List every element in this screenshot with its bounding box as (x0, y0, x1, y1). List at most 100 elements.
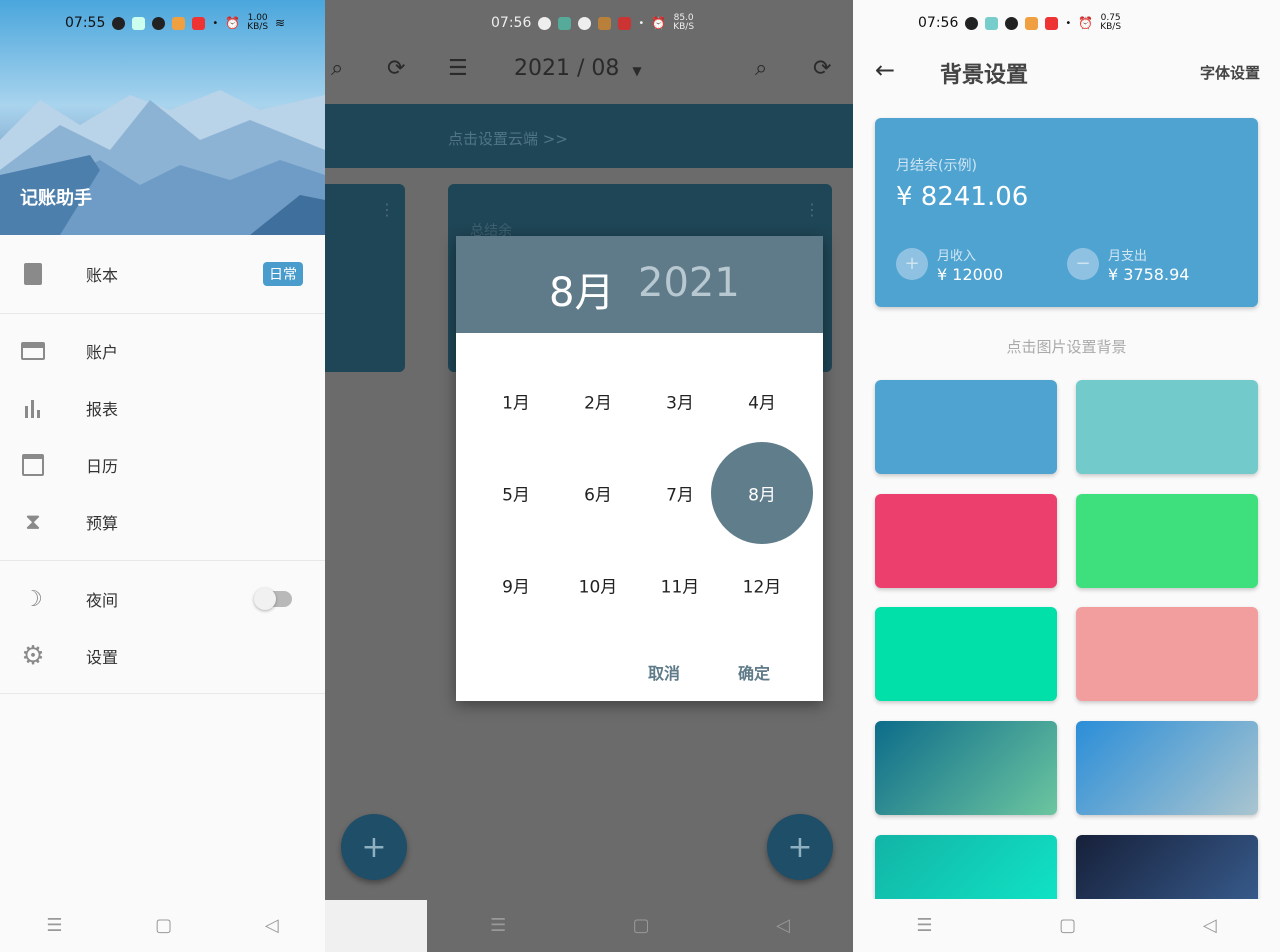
app-title: 记账助手 (20, 188, 92, 209)
divider (0, 313, 325, 314)
cancel-button[interactable]: 取消 (648, 660, 680, 684)
menu-item-settings[interactable]: ⚙ 设置 (0, 631, 325, 681)
system-nav-bar: ☰ ▢ ◁ (0, 899, 325, 952)
menu-icon[interactable]: ☰ (448, 56, 468, 81)
system-nav-bar: ☰ ▢ ◁ (853, 899, 1280, 952)
background-swatch[interactable] (875, 721, 1057, 815)
background-swatch[interactable] (1076, 721, 1258, 815)
month-option[interactable]: 11月 (645, 573, 715, 598)
recents-button[interactable]: ☰ (490, 915, 506, 936)
sync-icon[interactable]: ⟳ (813, 56, 831, 81)
divider (0, 693, 325, 694)
month-option[interactable]: 8月 (727, 481, 797, 506)
more-icon[interactable]: ⋮ (804, 200, 820, 219)
alarm-icon: ⏰ (225, 16, 241, 30)
back-button[interactable]: ◁ (1203, 915, 1217, 936)
home-button[interactable]: ▢ (633, 915, 650, 936)
selected-year[interactable]: 2021 (638, 260, 740, 306)
background-swatch[interactable] (875, 494, 1057, 588)
menu-label: 预算 (86, 514, 119, 533)
drawer-header-image: 07:55 • ⏰ 1.00 KB/S ≋ 记账助手 (0, 0, 325, 235)
month-option[interactable]: 5月 (481, 481, 551, 506)
home-button[interactable]: ▢ (1059, 915, 1076, 936)
menu-label: 账户 (86, 343, 119, 362)
bar-chart-icon (20, 395, 46, 421)
confirm-button[interactable]: 确定 (738, 660, 770, 684)
network-speed: 85.0 KB/S (673, 13, 695, 32)
preview-card: 月结余(示例) ¥ 8241.06 + 月收入 ¥ 12000 − 月支出 ¥ … (875, 118, 1258, 307)
status-time: 07:55 (65, 15, 106, 31)
network-speed: 1.00 KB/S (247, 13, 269, 32)
banner[interactable] (325, 104, 853, 168)
menu-label: 报表 (86, 400, 119, 419)
month-option[interactable]: 3月 (645, 389, 715, 414)
month-option[interactable]: 6月 (563, 481, 633, 506)
night-mode-toggle[interactable] (254, 588, 292, 610)
alarm-icon: ⏰ (1078, 16, 1094, 30)
summary-card-behind: ⋮ (325, 184, 405, 372)
menu-item-reports[interactable]: 报表 (0, 383, 325, 433)
recents-button[interactable]: ☰ (46, 915, 62, 936)
menu-item-ledger[interactable]: 账本 日常 (0, 249, 325, 299)
credit-card-icon (20, 338, 46, 364)
selected-month[interactable]: 8月 (549, 260, 614, 318)
left-screen: 07:55 • ⏰ 1.00 KB/S ≋ 记账助手 账本 日常 账户 报表 日历 … (0, 0, 325, 952)
month-option[interactable]: 4月 (727, 389, 797, 414)
back-button[interactable]: ◁ (265, 915, 279, 936)
balance-value: ¥ 8241.06 (896, 182, 1029, 212)
month-option[interactable]: 9月 (481, 573, 551, 598)
recents-button[interactable]: ☰ (916, 915, 932, 936)
plus-icon: + (896, 248, 928, 280)
status-time: 07:56 (491, 15, 532, 31)
income-value: ¥ 12000 (937, 265, 1004, 284)
menu-item-night-mode[interactable]: ☽ 夜间 (0, 574, 325, 624)
page-title: 背景设置 (940, 63, 1029, 88)
month-option[interactable]: 10月 (563, 573, 633, 598)
search-icon[interactable]: ⌕ (331, 56, 343, 81)
menu-item-calendar[interactable]: 日历 (0, 440, 325, 490)
menu-label: 账本 (86, 266, 119, 285)
menu-item-accounts[interactable]: 账户 (0, 326, 325, 376)
month-option[interactable]: 7月 (645, 481, 715, 506)
cloud-setup-link[interactable]: 点击设置云端 >> (448, 128, 568, 149)
wifi-icon: ≋ (275, 16, 286, 30)
system-nav-bar: ☰ ▢ ◁ (427, 899, 853, 952)
toolbar-title: 2021 / 08 (514, 56, 620, 81)
menu-label: 设置 (86, 648, 119, 667)
nav-remnant (325, 900, 427, 952)
menu-label: 夜间 (86, 591, 119, 610)
background-swatch[interactable] (1076, 494, 1258, 588)
more-icon[interactable]: ⋮ (379, 200, 395, 219)
month-option[interactable]: 12月 (727, 573, 797, 598)
minus-icon: − (1067, 248, 1099, 280)
alarm-icon: ⏰ (651, 16, 667, 30)
add-button[interactable]: + (341, 814, 407, 880)
background-hint: 点击图片设置背景 (1006, 338, 1127, 356)
month-option[interactable]: 1月 (481, 389, 551, 414)
background-swatch[interactable] (1076, 380, 1258, 474)
month-option[interactable]: 2月 (563, 389, 633, 414)
ledger-badge: 日常 (263, 262, 303, 286)
status-bar: 07:56 • ⏰ 0.75 KB/S (918, 13, 1122, 32)
middle-screen: ⌕ ⟳ ⋮ + 07:56 • ⏰ 85.0 KB/S ☰ 2021 / 08 ▼ … (325, 0, 853, 952)
menu-label: 日历 (86, 457, 119, 476)
menu-item-budget[interactable]: ⧗ 预算 (0, 497, 325, 547)
dialog-header: 8月 2021 (456, 236, 823, 333)
font-settings-button[interactable]: 字体设置 (1200, 62, 1260, 83)
back-button[interactable]: ◁ (776, 915, 790, 936)
search-icon[interactable]: ⌕ (755, 56, 767, 81)
moon-icon: ☽ (23, 586, 43, 612)
background-swatch[interactable] (875, 607, 1057, 701)
sync-icon[interactable]: ⟳ (387, 56, 405, 81)
divider (0, 560, 325, 561)
add-button[interactable]: + (767, 814, 833, 880)
back-arrow-icon[interactable]: ← (875, 56, 895, 84)
book-icon (20, 261, 46, 287)
background-swatch[interactable] (875, 380, 1057, 474)
status-time: 07:56 (918, 15, 959, 31)
income-label: 月收入 (937, 249, 977, 264)
home-button[interactable]: ▢ (155, 915, 172, 936)
month-selector[interactable]: 2021 / 08 ▼ (514, 56, 642, 81)
background-swatch[interactable] (1076, 607, 1258, 701)
gear-icon: ⚙ (21, 641, 45, 671)
